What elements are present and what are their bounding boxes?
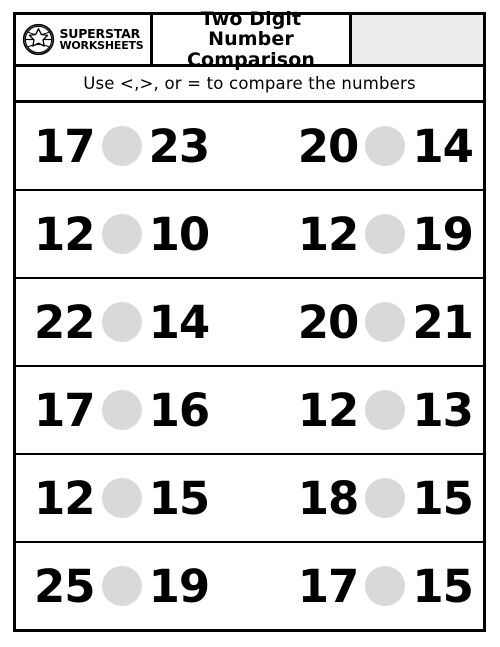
first-number: 20 xyxy=(297,295,360,349)
second-number: 15 xyxy=(148,471,211,525)
second-number: 19 xyxy=(412,207,474,261)
first-number: 12 xyxy=(297,207,360,261)
problem-row: 17 23 20 14 xyxy=(16,103,483,191)
comparison-answer-circle[interactable] xyxy=(101,302,142,342)
first-number: 17 xyxy=(297,559,360,613)
problem-row: 12 10 12 19 xyxy=(16,191,483,279)
comparison-answer-circle[interactable] xyxy=(365,390,406,430)
comparison-answer-circle[interactable] xyxy=(365,126,406,166)
globe-star-icon xyxy=(23,23,55,56)
brand-logo: SUPERSTAR WORKSHEETS xyxy=(16,15,153,64)
worksheet-header: SUPERSTAR WORKSHEETS Two Digit Number Co… xyxy=(16,9,483,70)
second-number: 19 xyxy=(148,559,211,613)
problem-item: 17 23 xyxy=(34,119,211,173)
problem-row: 17 16 12 13 xyxy=(16,367,483,455)
worksheet-page: SUPERSTAR WORKSHEETS Two Digit Number Co… xyxy=(13,9,486,632)
comparison-answer-circle[interactable] xyxy=(101,126,142,166)
first-number: 17 xyxy=(34,383,96,437)
second-number: 16 xyxy=(148,383,211,437)
first-number: 17 xyxy=(34,119,96,173)
comparison-answer-circle[interactable] xyxy=(101,566,142,606)
second-number: 14 xyxy=(412,119,474,173)
second-number: 10 xyxy=(148,207,211,261)
comparison-answer-circle[interactable] xyxy=(365,214,406,254)
problem-item: 20 14 xyxy=(298,124,475,169)
problem-item: 25 19 xyxy=(34,559,211,613)
problem-item: 17 16 xyxy=(34,383,211,437)
first-number: 12 xyxy=(34,207,96,261)
problem-item: 12 10 xyxy=(34,207,211,261)
comparison-answer-circle[interactable] xyxy=(365,302,406,342)
problem-item: 12 15 xyxy=(34,471,211,525)
comparison-answer-circle[interactable] xyxy=(101,390,142,430)
problem-item: 22 14 xyxy=(34,295,211,349)
page-title: Two Digit Number Comparison xyxy=(187,7,315,71)
comparison-answer-circle[interactable] xyxy=(101,478,142,518)
problem-item: 17 15 xyxy=(298,564,475,609)
problem-item: 18 15 xyxy=(298,476,475,521)
second-number: 23 xyxy=(148,119,211,173)
first-number: 20 xyxy=(297,119,360,173)
first-number: 22 xyxy=(34,295,96,349)
problem-item: 20 21 xyxy=(298,300,475,345)
brand-logo-wordmark: SUPERSTAR WORKSHEETS xyxy=(59,27,144,53)
first-number: 18 xyxy=(297,471,360,525)
comparison-answer-circle[interactable] xyxy=(101,214,142,254)
worksheet-title-cell: Two Digit Number Comparison xyxy=(153,9,352,70)
instruction-bar: Use <,>, or = to compare the numbers xyxy=(16,67,483,103)
brand-name-line2: WORKSHEETS xyxy=(59,39,144,53)
problem-rows: 17 23 20 14 12 10 12 19 22 14 20 21 17 1… xyxy=(16,103,483,629)
instruction-text: Use <,>, or = to compare the numbers xyxy=(83,74,416,93)
comparison-answer-circle[interactable] xyxy=(365,478,406,518)
second-number: 15 xyxy=(412,471,474,525)
second-number: 13 xyxy=(412,383,474,437)
problem-row: 25 19 17 15 xyxy=(16,543,483,629)
second-number: 21 xyxy=(412,295,474,349)
problem-item: 12 13 xyxy=(298,388,475,433)
comparison-answer-circle[interactable] xyxy=(365,566,406,606)
second-number: 15 xyxy=(412,559,474,613)
problem-row: 22 14 20 21 xyxy=(16,279,483,367)
student-name-field[interactable] xyxy=(352,15,483,64)
problem-row: 12 15 18 15 xyxy=(16,455,483,543)
first-number: 12 xyxy=(297,383,360,437)
problem-item: 12 19 xyxy=(298,212,475,257)
first-number: 12 xyxy=(34,471,96,525)
first-number: 25 xyxy=(34,559,96,613)
second-number: 14 xyxy=(148,295,211,349)
